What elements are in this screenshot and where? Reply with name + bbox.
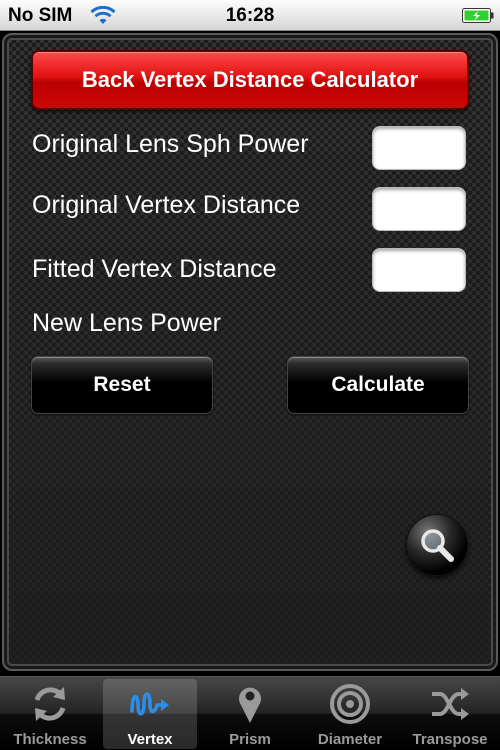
- calculator-title: Back Vertex Distance Calculator: [31, 50, 469, 110]
- tab-bar: Thickness Vertex Prism Diameter Transpos…: [0, 676, 500, 750]
- original-lens-sph-power-input[interactable]: [372, 126, 466, 170]
- tab-vertex[interactable]: Vertex: [103, 679, 197, 749]
- tab-prism-label: Prism: [229, 731, 271, 748]
- tab-diameter-label: Diameter: [317, 731, 383, 748]
- original-vertex-distance-input[interactable]: [372, 187, 466, 231]
- magnifier-icon: [421, 529, 454, 562]
- map-pin-icon: [239, 687, 261, 723]
- tab-prism[interactable]: Prism: [203, 679, 297, 749]
- fitted-vertex-distance-label: Fitted Vertex Distance: [32, 255, 277, 283]
- search-button[interactable]: [406, 514, 468, 576]
- tab-thickness-label: Thickness: [13, 731, 87, 748]
- wave-arrow-icon: [130, 692, 169, 716]
- new-lens-power-label: New Lens Power: [32, 309, 221, 337]
- reset-button[interactable]: Reset: [31, 356, 213, 414]
- tab-transpose[interactable]: Transpose: [403, 679, 497, 749]
- fitted-vertex-distance-input[interactable]: [372, 248, 466, 292]
- calculate-button[interactable]: Calculate: [287, 356, 469, 414]
- shuffle-icon: [432, 688, 469, 720]
- status-bar: No SIM 16:28: [0, 0, 500, 31]
- original-vertex-distance-label: Original Vertex Distance: [32, 191, 301, 219]
- tab-thickness[interactable]: Thickness: [3, 679, 97, 749]
- clock: 16:28: [225, 5, 275, 26]
- battery-icon: [462, 8, 494, 23]
- tab-vertex-label: Vertex: [127, 731, 173, 748]
- tab-diameter[interactable]: Diameter: [303, 679, 397, 749]
- target-icon: [330, 684, 370, 724]
- tab-transpose-label: Transpose: [412, 731, 488, 748]
- original-lens-sph-power-label: Original Lens Sph Power: [32, 130, 309, 158]
- refresh-icon: [34, 687, 66, 721]
